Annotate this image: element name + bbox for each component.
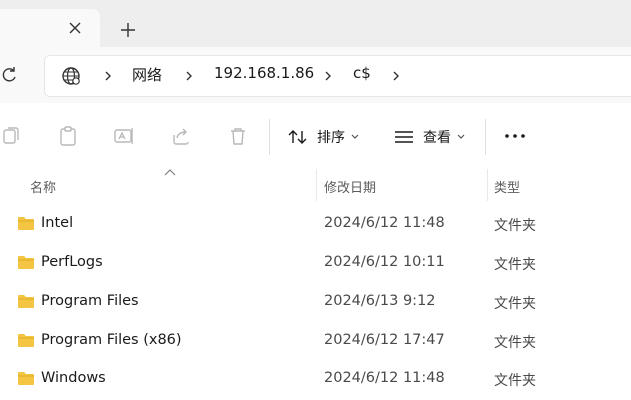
column-type[interactable]: 类型 — [494, 177, 520, 196]
sort-ascending-icon — [164, 169, 176, 176]
rename-icon[interactable] — [113, 125, 135, 147]
column-header-row: 名称 修改日期 类型 — [0, 169, 631, 201]
chevron-down-icon — [457, 134, 465, 139]
file-row[interactable]: Program Files (x86) 2024/6/12 17:47 文件夹 — [0, 322, 631, 361]
file-type: 文件夹 — [494, 218, 536, 234]
more-options-icon[interactable] — [504, 129, 526, 143]
file-row[interactable]: Program Files 2024/6/13 9:12 文件夹 — [0, 283, 631, 322]
paste-icon[interactable] — [57, 125, 79, 147]
breadcrumb-network[interactable]: 网络 — [132, 64, 162, 85]
close-icon[interactable] — [66, 19, 84, 37]
file-date: 2024/6/12 17:47 — [324, 332, 445, 348]
chevron-down-icon — [351, 134, 359, 139]
view-button[interactable]: 查看 — [393, 123, 473, 151]
folder-icon — [18, 217, 34, 230]
chevron-right-icon[interactable] — [103, 70, 113, 82]
column-divider[interactable] — [487, 169, 488, 201]
delete-icon[interactable] — [227, 125, 249, 147]
address-bar[interactable]: 网络 192.168.1.86 c$ — [44, 55, 631, 97]
folder-icon — [18, 256, 34, 269]
file-row[interactable]: Windows 2024/6/12 11:48 文件夹 — [0, 360, 631, 399]
file-row[interactable]: Intel 2024/6/12 11:48 文件夹 — [0, 205, 631, 244]
plus-icon[interactable] — [118, 20, 138, 40]
chevron-right-icon[interactable] — [184, 70, 194, 82]
folder-icon — [18, 334, 34, 347]
file-type: 文件夹 — [494, 335, 536, 351]
network-globe-icon — [62, 67, 80, 85]
toolbar-separator — [269, 119, 270, 155]
active-tab[interactable] — [0, 9, 100, 47]
file-name: Program Files (x86) — [41, 332, 182, 348]
chevron-right-icon[interactable] — [323, 70, 333, 82]
file-date: 2024/6/12 11:48 — [324, 370, 445, 386]
file-date: 2024/6/12 10:11 — [324, 254, 445, 270]
file-row[interactable]: PerfLogs 2024/6/12 10:11 文件夹 — [0, 244, 631, 283]
file-name: Intel — [41, 215, 74, 231]
refresh-icon[interactable] — [0, 66, 18, 84]
file-date: 2024/6/12 11:48 — [324, 215, 445, 231]
column-date[interactable]: 修改日期 — [324, 177, 376, 196]
file-name: Program Files — [41, 293, 139, 309]
share-icon[interactable] — [170, 125, 192, 147]
file-type: 文件夹 — [494, 257, 536, 273]
chevron-right-icon[interactable] — [391, 70, 401, 82]
file-name: PerfLogs — [41, 254, 103, 270]
breadcrumb-share[interactable]: c$ — [353, 64, 371, 82]
copy-icon[interactable] — [0, 125, 22, 147]
sort-icon — [288, 130, 307, 144]
sort-label: 排序 — [317, 130, 345, 146]
column-divider[interactable] — [316, 169, 317, 201]
file-date: 2024/6/13 9:12 — [324, 293, 436, 309]
toolbar-separator — [485, 119, 486, 155]
command-bar: 排序 查看 — [0, 103, 631, 170]
address-row: 网络 192.168.1.86 c$ — [0, 47, 631, 103]
sort-button[interactable]: 排序 — [287, 123, 367, 151]
folder-icon — [18, 295, 34, 308]
file-type: 文件夹 — [494, 296, 536, 312]
file-name: Windows — [41, 370, 106, 386]
view-list-icon — [395, 131, 413, 143]
file-type: 文件夹 — [494, 373, 536, 389]
tab-strip — [0, 0, 631, 47]
view-label: 查看 — [423, 130, 451, 146]
breadcrumb-host[interactable]: 192.168.1.86 — [214, 64, 314, 82]
column-name[interactable]: 名称 — [30, 177, 56, 196]
folder-icon — [18, 372, 34, 385]
